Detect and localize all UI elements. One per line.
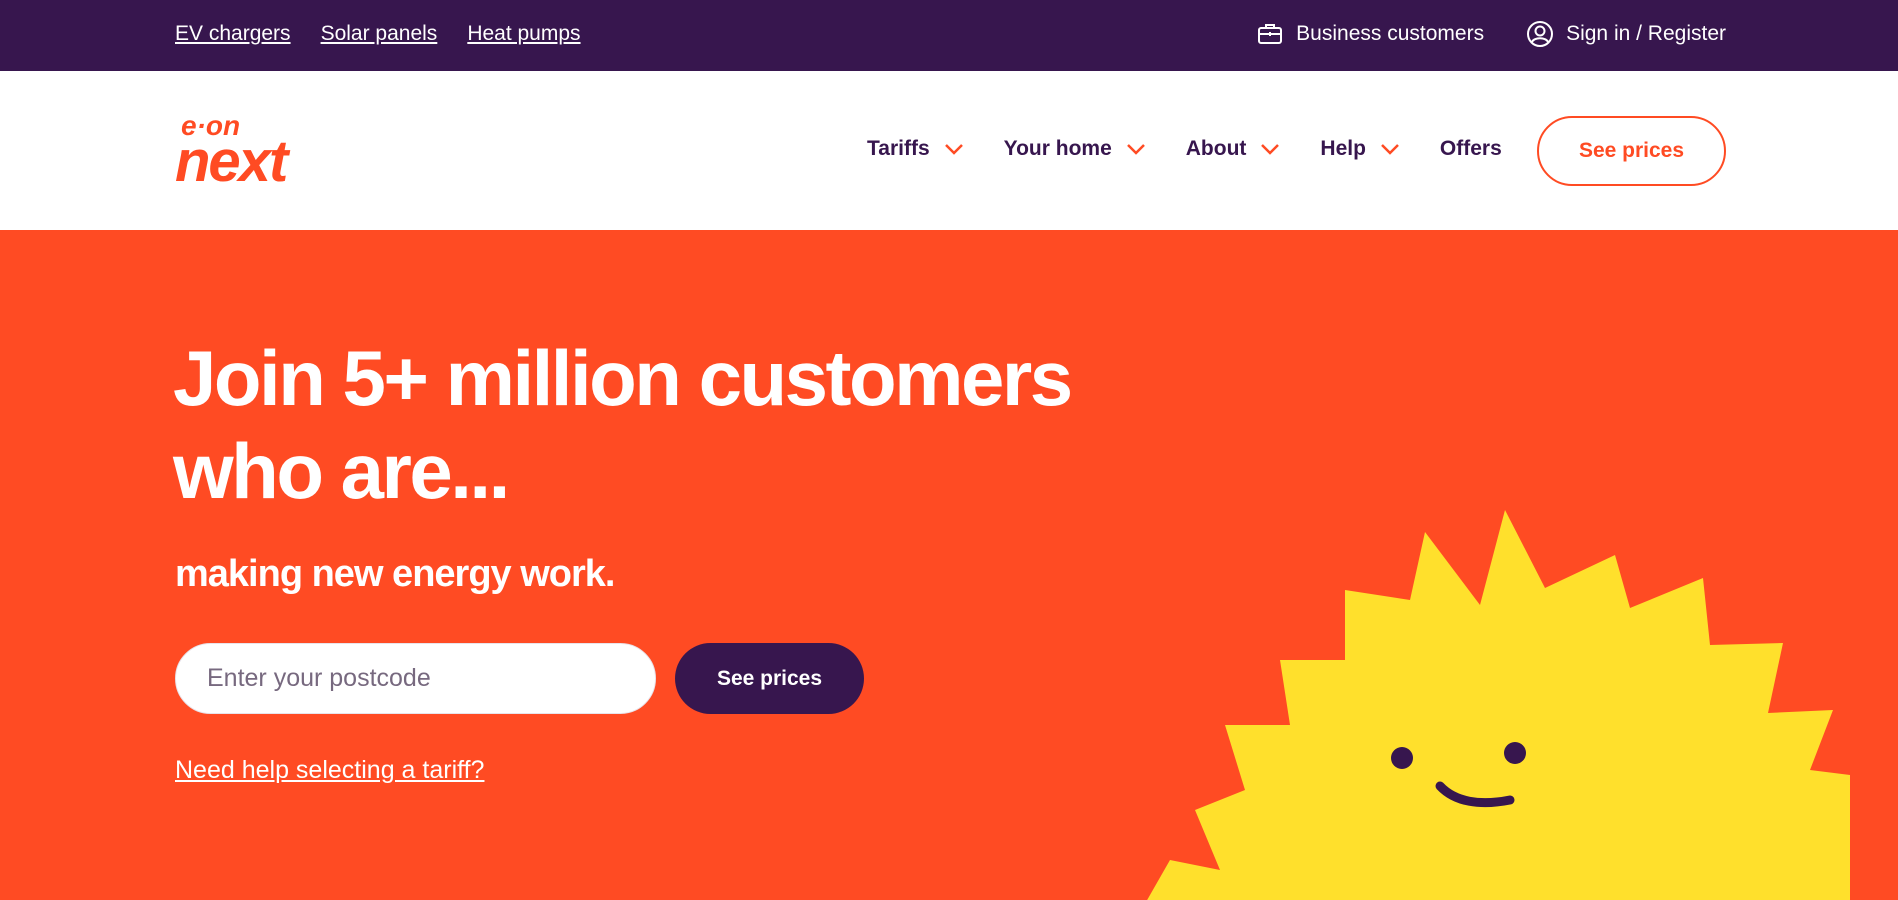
- hero-headline-line2: who are...: [173, 427, 510, 515]
- nav-about[interactable]: About: [1186, 137, 1281, 161]
- sun-right-eye: [1504, 742, 1526, 764]
- heat-pumps-link[interactable]: Heat pumps: [467, 22, 580, 46]
- nav-offers[interactable]: Offers: [1440, 137, 1502, 161]
- solar-panels-link[interactable]: Solar panels: [321, 22, 438, 46]
- ev-chargers-link[interactable]: EV chargers: [175, 22, 291, 46]
- sun-mascot-illustration: [1147, 510, 1850, 900]
- utility-links: EV chargers Solar panels Heat pumps: [175, 22, 581, 46]
- nav-your-home[interactable]: Your home: [1004, 137, 1146, 161]
- nav-about-label: About: [1185, 137, 1247, 160]
- postcode-input[interactable]: [175, 643, 656, 714]
- nav-offers-label: Offers: [1439, 137, 1502, 160]
- sign-in-link[interactable]: Sign in / Register: [1526, 20, 1726, 48]
- nav-help-label: Help: [1320, 137, 1366, 160]
- utility-actions: Business customers Sign in / Register: [1256, 20, 1726, 48]
- tariff-help-link[interactable]: Need help selecting a tariff?: [175, 756, 484, 785]
- business-customers-label: Business customers: [1296, 22, 1485, 45]
- business-customers-link[interactable]: Business customers: [1256, 20, 1484, 48]
- sign-in-label: Sign in / Register: [1566, 22, 1726, 45]
- chevron-down-icon: [1261, 144, 1280, 155]
- hero-subheading: making new energy work.: [175, 553, 615, 595]
- chevron-down-icon: [1126, 144, 1145, 155]
- header-see-prices-button[interactable]: See prices: [1537, 116, 1726, 186]
- hero-headline-line1: Join 5+ million customers: [173, 334, 1073, 422]
- hero-see-prices-button[interactable]: See prices: [675, 643, 864, 714]
- hero-section: Join 5+ million customers who are... mak…: [0, 230, 1898, 900]
- eon-next-logo[interactable]: e·on next: [175, 111, 335, 185]
- briefcase-icon: [1258, 24, 1283, 44]
- nav-your-home-label: Your home: [1003, 137, 1112, 160]
- nav-help[interactable]: Help: [1320, 137, 1400, 161]
- logo-next-text: next: [175, 129, 291, 185]
- utility-bar: EV chargers Solar panels Heat pumps Busi…: [0, 0, 1898, 71]
- nav-tariffs[interactable]: Tariffs: [867, 137, 964, 161]
- user-circle-icon: [1527, 21, 1554, 47]
- chevron-down-icon: [944, 144, 963, 155]
- chevron-down-icon: [1381, 144, 1399, 155]
- hero-headline: Join 5+ million customers who are...: [173, 332, 1113, 518]
- main-header: e·on next Tariffs Your home About Help O…: [0, 71, 1898, 230]
- nav-tariffs-label: Tariffs: [867, 137, 930, 160]
- sun-body: [1147, 510, 1850, 900]
- sun-left-eye: [1391, 747, 1413, 769]
- main-nav: Tariffs Your home About Help Offers: [867, 137, 1502, 161]
